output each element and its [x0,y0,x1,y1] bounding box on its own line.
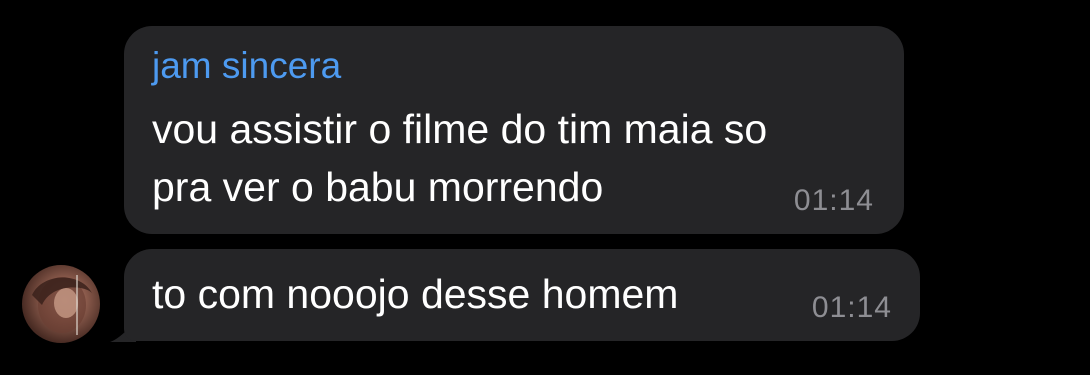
message-line: pra ver o babu morrendo [152,164,604,210]
message-bubble[interactable]: to com nooojo desse homem 01:14 [124,249,920,341]
user-avatar-photo-icon [32,275,92,335]
message-line: vou assistir o filme do tim maia so [152,106,768,152]
message-timestamp: 01:14 [811,291,892,324]
avatar[interactable] [22,265,100,343]
message-timestamp: 01:14 [793,184,874,217]
message-bubble[interactable]: jam sincera vou assistir o filme do tim … [124,26,904,234]
message-text: vou assistir o filme do tim maia so pra … [152,100,767,216]
sender-name[interactable]: jam sincera [152,46,341,86]
chat-thread: jam sincera vou assistir o filme do tim … [0,0,1090,375]
message-text: to com nooojo desse homem [152,271,679,317]
